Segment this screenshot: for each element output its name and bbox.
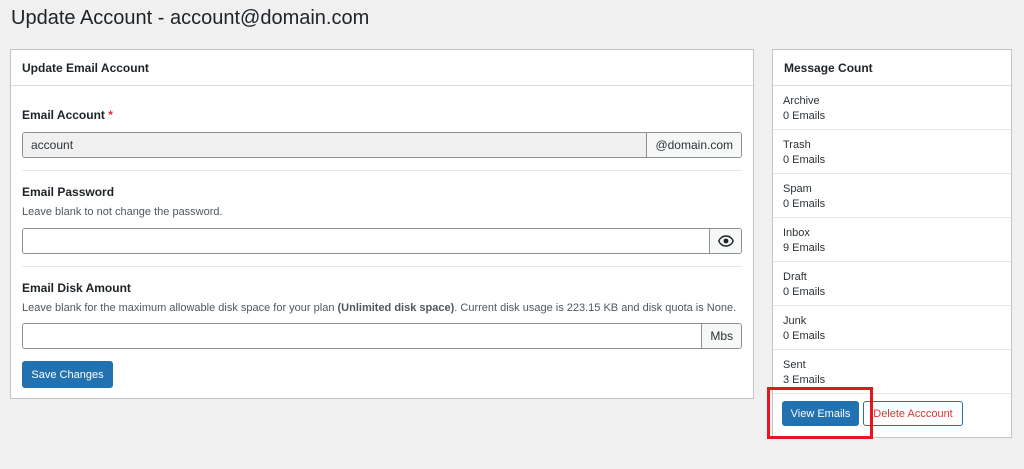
folder-count: 0 Emails — [783, 198, 826, 210]
list-item: Junk 0 Emails — [773, 306, 1011, 350]
list-item: Archive 0 Emails — [773, 86, 1011, 130]
save-changes-button[interactable]: Save Changes — [22, 361, 113, 388]
folder-name: Junk — [783, 315, 807, 327]
panel-header: Message Count — [773, 50, 1011, 86]
required-mark: * — [108, 108, 113, 122]
email-password-label: Email Password — [22, 185, 115, 199]
list-item: Sent 3 Emails — [773, 350, 1011, 394]
email-account-group: @domain.com — [22, 132, 742, 158]
folder-name: Archive — [783, 95, 820, 107]
panel-header: Update Email Account — [11, 50, 753, 86]
list-item: Inbox 9 Emails — [773, 218, 1011, 262]
disk-unit: Mbs — [701, 324, 741, 348]
folder-count: 0 Emails — [783, 286, 826, 298]
list-item: Trash 0 Emails — [773, 130, 1011, 174]
folder-count: 0 Emails — [783, 110, 826, 122]
message-count-panel: Message Count Archive 0 Emails Trash 0 Emai… — [772, 49, 1012, 438]
folder-count: 9 Emails — [783, 242, 826, 254]
delete-account-button[interactable]: Delete Acccount — [863, 401, 963, 426]
folder-count: 0 Emails — [783, 330, 826, 342]
folder-name: Sent — [783, 359, 806, 371]
email-password-help: Leave blank to not change the password. — [22, 206, 223, 218]
list-item: Spam 0 Emails — [773, 174, 1011, 218]
email-disk-group: Mbs — [22, 323, 742, 349]
list-item: Draft 0 Emails — [773, 262, 1011, 306]
email-account-input[interactable] — [23, 133, 647, 157]
email-disk-input[interactable] — [23, 324, 702, 348]
folder-name: Spam — [783, 183, 812, 195]
folder-list: Archive 0 Emails Trash 0 Emails Spam 0 Emails… — [773, 86, 1011, 394]
folder-name: Trash — [783, 139, 811, 151]
folder-count: 0 Emails — [783, 154, 826, 166]
email-account-label: Email Account * — [22, 108, 113, 122]
email-password-group — [22, 228, 742, 254]
eye-icon[interactable] — [709, 229, 741, 253]
view-emails-button[interactable]: View Emails — [782, 401, 859, 426]
folder-count: 3 Emails — [783, 374, 826, 386]
update-email-panel: Update Email Account Email Account * @do… — [10, 49, 754, 399]
folder-name: Draft — [783, 271, 807, 283]
email-account-field: Email Account * @domain.com — [11, 86, 753, 158]
email-password-input[interactable] — [23, 229, 709, 253]
email-disk-label: Email Disk Amount — [22, 281, 131, 295]
email-disk-field: Email Disk Amount Leave blank for the ma… — [11, 267, 753, 349]
email-password-field: Email Password Leave blank to not change… — [11, 171, 753, 254]
page-title: Update Account - account@domain.com — [11, 7, 370, 29]
folder-name: Inbox — [783, 227, 810, 239]
email-disk-help: Leave blank for the maximum allowable di… — [22, 302, 737, 314]
domain-suffix: @domain.com — [646, 133, 741, 157]
